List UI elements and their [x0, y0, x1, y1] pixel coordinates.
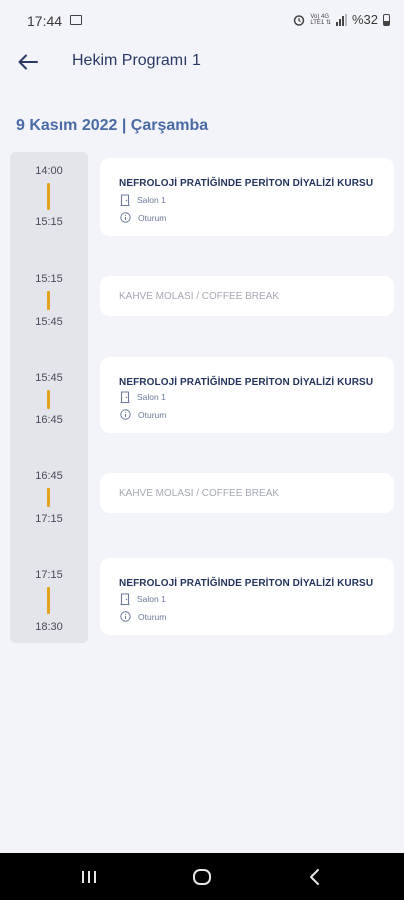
session-room-label: Salon 1 — [137, 195, 166, 205]
slot-duration-bar — [47, 587, 50, 614]
session-room: Salon 1 — [120, 593, 166, 605]
session-card[interactable]: NEFROLOJİ PRATİĞİNDE PERİTON DİYALİZİ KU… — [100, 558, 394, 635]
slot-end-time: 18:30 — [35, 621, 63, 633]
slot-start-time: 17:15 — [35, 569, 63, 581]
session-card[interactable]: NEFROLOJİ PRATİĞİNDE PERİTON DİYALİZİ KU… — [100, 158, 394, 236]
status-time: 17:44 — [27, 13, 63, 29]
info-circle-icon — [120, 409, 131, 420]
session-kind-label: Oturum — [138, 611, 167, 622]
break-title: KAHVE MOLASI / COFFEE BREAK — [119, 291, 280, 302]
door-icon — [120, 391, 130, 403]
slot-end-time: 15:15 — [35, 216, 63, 228]
slot-end-time: 15:45 — [35, 316, 63, 328]
date-heading: 9 Kasım 2022 | Çarşamba — [16, 117, 209, 134]
session-title: NEFROLOJİ PRATİĞİNDE PERİTON DİYALİZİ KU… — [119, 578, 374, 589]
status-indicators: Vo) 4G LTE1 ⇅ %32 — [293, 12, 390, 27]
home-icon — [193, 869, 211, 885]
slot-duration-bar — [47, 390, 50, 409]
slot-duration-bar — [47, 183, 50, 210]
alarm-icon — [294, 14, 305, 26]
recent-apps-button[interactable] — [74, 865, 104, 889]
slot-end-time: 17:15 — [35, 513, 63, 525]
session-kind-label: Oturum — [138, 212, 167, 223]
slot-start-time: 15:15 — [35, 273, 63, 285]
session-kind: Oturum — [120, 409, 166, 420]
session-room: Salon 1 — [120, 194, 166, 206]
info-circle-icon — [120, 611, 131, 622]
slot-duration-bar — [47, 488, 50, 507]
signal-icon — [335, 13, 347, 26]
battery-icon — [383, 13, 390, 26]
battery-percent: %32 — [351, 12, 378, 27]
session-kind: Oturum — [120, 212, 166, 223]
system-back-button[interactable] — [300, 865, 330, 889]
session-title: NEFROLOJİ PRATİĞİNDE PERİTON DİYALİZİ KU… — [119, 377, 374, 388]
arrow-left-icon — [18, 54, 38, 70]
slot-start-time: 14:00 — [35, 165, 63, 177]
info-circle-icon — [120, 212, 131, 223]
slot-duration-bar — [47, 291, 50, 310]
session-kind: Oturum — [120, 611, 166, 622]
session-card[interactable]: NEFROLOJİ PRATİĞİNDE PERİTON DİYALİZİ KU… — [100, 357, 394, 433]
chevron-left-icon — [310, 869, 319, 885]
recent-apps-icon — [82, 871, 96, 883]
back-button[interactable] — [14, 48, 42, 76]
slot-start-time: 15:45 — [35, 372, 63, 384]
break-card[interactable]: KAHVE MOLASI / COFFEE BREAK — [100, 276, 394, 316]
session-room: Salon 1 — [120, 391, 166, 403]
gallery-notification-icon — [70, 15, 82, 25]
break-title: KAHVE MOLASI / COFFEE BREAK — [119, 488, 280, 499]
status-bar: 17:44 Vo) 4G LTE1 ⇅ %32 — [0, 0, 404, 34]
door-icon — [120, 194, 130, 206]
network-label-2: LTE1 ⇅ — [310, 19, 331, 26]
system-nav-bar — [0, 853, 404, 900]
session-title: NEFROLOJİ PRATİĞİNDE PERİTON DİYALİZİ KU… — [119, 178, 374, 189]
door-icon — [120, 593, 130, 605]
home-button[interactable] — [187, 865, 217, 889]
page-title: Hekim Programı 1 — [72, 52, 201, 69]
slot-start-time: 16:45 — [35, 470, 63, 482]
break-card[interactable]: KAHVE MOLASI / COFFEE BREAK — [100, 473, 394, 513]
slot-end-time: 16:45 — [35, 414, 63, 426]
session-room-label: Salon 1 — [137, 392, 166, 402]
network-type: Vo) 4G LTE1 ⇅ — [310, 14, 331, 26]
session-kind-label: Oturum — [138, 409, 167, 420]
app-header: Hekim Programı 1 — [0, 34, 404, 90]
session-room-label: Salon 1 — [137, 594, 166, 604]
